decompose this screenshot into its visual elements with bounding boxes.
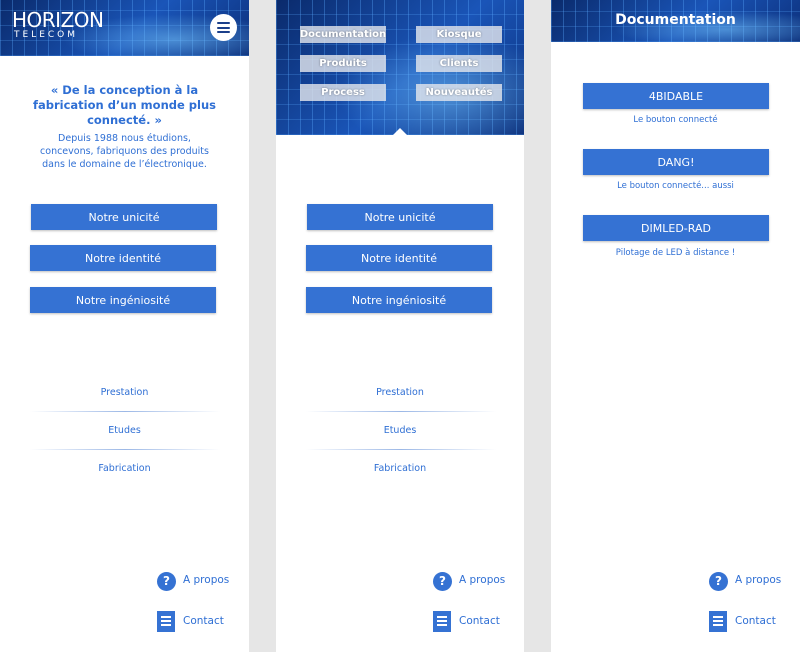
tab-prestation[interactable]: Prestation [0, 387, 249, 398]
contact-label: Contact [735, 615, 776, 627]
document-icon [433, 611, 451, 632]
doc-4bidable-button[interactable]: 4BIDABLE [583, 83, 769, 109]
uniqueness-button[interactable]: Notre unicité [31, 204, 217, 230]
about-link[interactable]: ? A propos [551, 572, 800, 594]
doc-dimled-button[interactable]: DIMLED-RAD [583, 215, 769, 241]
doc-4bidable-caption: Le bouton connecté [633, 115, 718, 125]
tab-fabrication[interactable]: Fabrication [0, 463, 249, 474]
menu-item-documentation[interactable]: Documentation [300, 26, 386, 43]
contact-link[interactable]: Contact [551, 611, 800, 633]
help-icon: ? [709, 572, 728, 591]
menu-item-clients[interactable]: Clients [416, 55, 502, 72]
menu-item-kiosque[interactable]: Kiosque [416, 26, 502, 43]
contact-label: Contact [459, 615, 500, 627]
about-link[interactable]: ? A propos [0, 572, 249, 594]
tagline-quote: « De la conception à la fabrication d’un… [32, 83, 216, 127]
contact-label: Contact [183, 615, 224, 627]
menu-pointer [392, 128, 408, 136]
tab-prestation[interactable]: Prestation [276, 387, 524, 398]
menu-item-produits[interactable]: Produits [300, 55, 386, 72]
identity-button[interactable]: Notre identité [30, 245, 216, 271]
contact-link[interactable]: Contact [0, 611, 249, 633]
contact-link[interactable]: Contact [276, 611, 524, 633]
document-icon [157, 611, 175, 632]
intro-text: Depuis 1988 nous étudions, concevons, fa… [40, 133, 209, 170]
uniqueness-button[interactable]: Notre unicité [307, 204, 493, 230]
doc-dimled-caption: Pilotage de LED à distance ! [615, 248, 736, 258]
tab-etudes[interactable]: Etudes [0, 425, 249, 436]
help-icon: ? [433, 572, 452, 591]
menu-item-process[interactable]: Process [300, 84, 386, 101]
help-icon: ? [157, 572, 176, 591]
identity-button[interactable]: Notre identité [306, 245, 492, 271]
tab-fabrication[interactable]: Fabrication [276, 463, 524, 474]
document-icon [709, 611, 727, 632]
divider [306, 449, 496, 450]
divider [30, 449, 220, 450]
logo[interactable]: HORIZON TELECOM [12, 8, 104, 41]
header-banner: Documentation [551, 0, 800, 42]
menu-item-nouveautes[interactable]: Nouveautés [416, 84, 502, 101]
logo-main: HORIZON [12, 8, 104, 32]
about-link[interactable]: ? A propos [276, 572, 524, 594]
divider [306, 411, 496, 412]
about-label: A propos [183, 574, 230, 586]
menu-panel: Documentation Kiosque Produits Clients P… [276, 0, 524, 136]
screen-documentation: Documentation 4BIDABLE Le bouton connect… [551, 0, 800, 652]
doc-dang-caption: Le bouton connecté... aussi [617, 181, 734, 191]
ingenuity-button[interactable]: Notre ingéniosité [306, 287, 492, 313]
tab-etudes[interactable]: Etudes [276, 425, 524, 436]
divider [30, 411, 220, 412]
screen-home: HORIZON TELECOM « De la conception à la … [0, 0, 249, 652]
about-label: A propos [459, 574, 506, 586]
menu-icon[interactable] [210, 14, 237, 41]
doc-dang-button[interactable]: DANG! [583, 149, 769, 175]
ingenuity-button[interactable]: Notre ingéniosité [30, 287, 216, 313]
page-title: Documentation [615, 12, 736, 28]
header-banner: HORIZON TELECOM [0, 0, 249, 56]
screen-menu-open: Documentation Kiosque Produits Clients P… [276, 0, 524, 652]
about-label: A propos [735, 574, 782, 586]
